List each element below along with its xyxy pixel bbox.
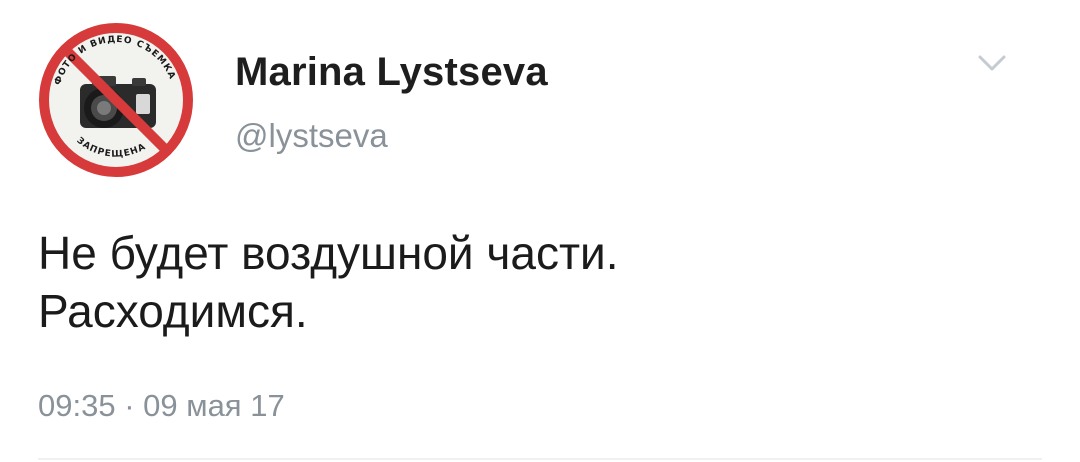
tweet-text: Не будет воздушной части. Расходимся. (38, 224, 1038, 340)
tweet-header: Marina Lystseva @lystseva (235, 46, 548, 156)
tweet-time: 09:35 (38, 388, 116, 423)
tweet-text-line: Не будет воздушной части. (38, 227, 619, 279)
avatar[interactable]: ФОТО И ВИДЕО СЪЕМКА ЗАПРЕЩЕНА (36, 20, 196, 180)
tweet-card: ФОТО И ВИДЕО СЪЕМКА ЗАПРЕЩЕНА Marina Lys… (0, 0, 1080, 462)
chevron-down-icon (978, 55, 1006, 71)
tweet-date: 09 мая 17 (143, 388, 285, 423)
timestamp-separator: · (124, 388, 135, 423)
tweet-text-line: Расходимся. (38, 285, 308, 337)
tweet-menu-button[interactable] (972, 48, 1012, 76)
no-photography-sign-icon: ФОТО И ВИДЕО СЪЕМКА ЗАПРЕЩЕНА (39, 23, 193, 177)
author-handle[interactable]: @lystseva (235, 116, 548, 156)
author-display-name[interactable]: Marina Lystseva (235, 46, 548, 98)
divider (38, 458, 1042, 460)
tweet-timestamp[interactable]: 09:35 · 09 мая 17 (38, 386, 285, 426)
